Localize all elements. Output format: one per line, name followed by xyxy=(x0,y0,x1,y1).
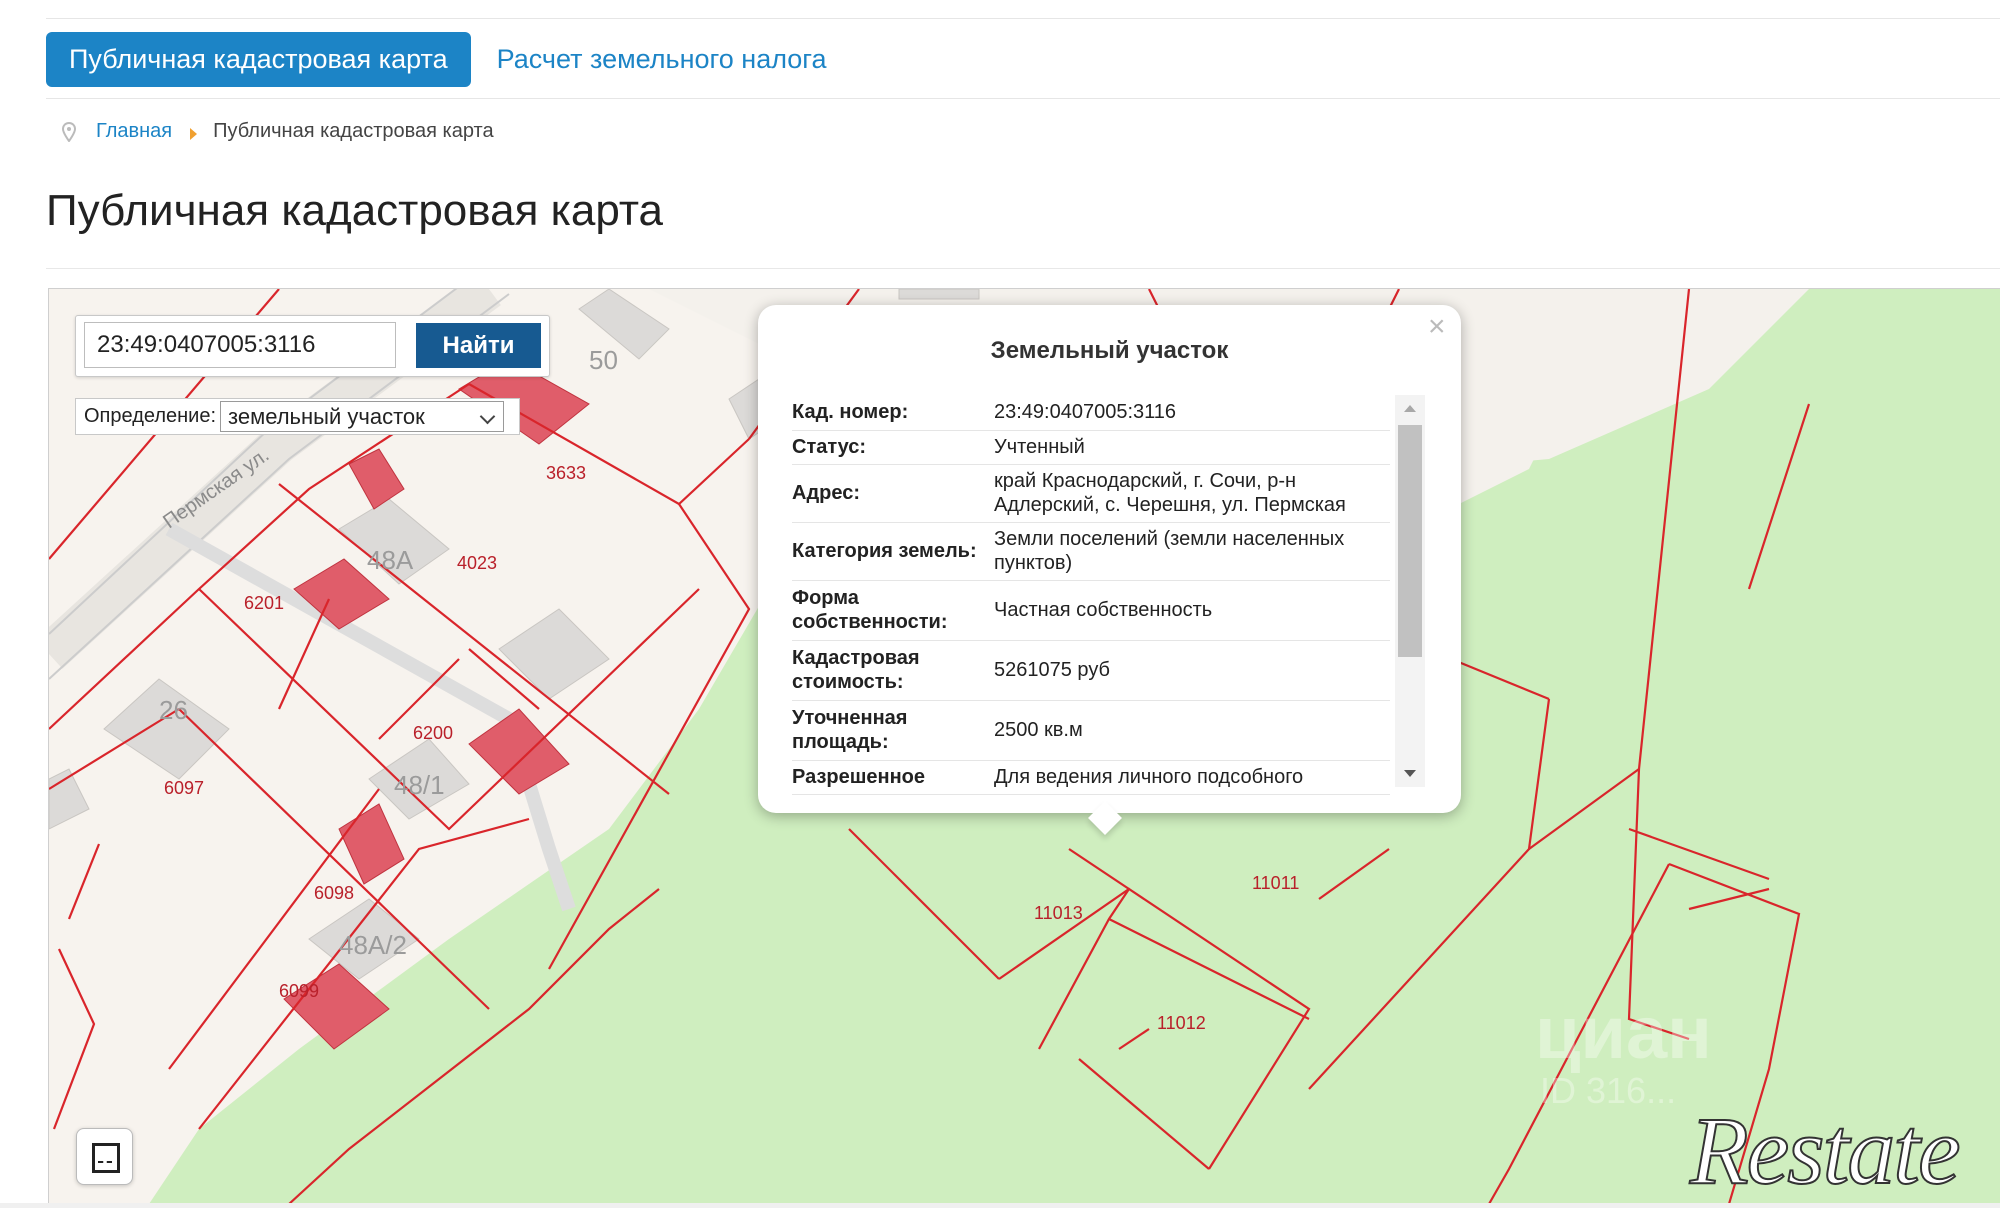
top-divider xyxy=(46,18,2000,19)
definition-filter: Определение: земельный участок xyxy=(75,398,520,435)
building-label-48a: 48А xyxy=(367,545,414,575)
building-label-26: 26 xyxy=(159,695,188,725)
cian-watermark: циан xyxy=(1535,991,1712,1074)
table-row: Статус: Учтенный xyxy=(792,430,1390,465)
table-row: Адрес: край Краснодарский, г. Сочи, р-н … xyxy=(792,464,1390,523)
building-label-48-1: 48/1 xyxy=(394,770,445,800)
row-value: 5261075 руб xyxy=(992,640,1390,701)
cadastral-number-input[interactable] xyxy=(84,322,396,368)
table-row: Разрешенное Для ведения личного подсобно… xyxy=(792,760,1390,795)
building-label-48a-2: 48А/2 xyxy=(339,930,407,960)
table-row: Кад. номер: 23:49:0407005:3116 xyxy=(792,394,1390,431)
row-value: 23:49:0407005:3116 xyxy=(992,394,1390,431)
row-key: Адрес xyxy=(792,482,854,504)
find-button[interactable]: Найти xyxy=(416,323,541,368)
popup-title: Земельный участок xyxy=(990,337,1229,364)
parcel-label-11013: 11013 xyxy=(1034,903,1083,923)
row-key: Кад. номер xyxy=(792,400,902,423)
row-key: Кадастровая стоимость xyxy=(792,647,920,693)
breadcrumb: Главная Публичная кадастровая карта xyxy=(62,120,494,143)
restate-watermark: Restate xyxy=(1689,1096,1962,1205)
breadcrumb-current: Публичная кадастровая карта xyxy=(213,120,494,142)
table-row: Форма собственности: Частная собственнос… xyxy=(792,580,1390,641)
parcel-label-6097: 6097 xyxy=(164,778,204,798)
table-row: Уточненная площадь: 2500 кв.м xyxy=(792,700,1390,761)
parcel-info-table: Кад. номер: 23:49:0407005:3116 Статус: У… xyxy=(792,394,1390,795)
parcel-label-6099: 6099 xyxy=(279,981,319,1001)
parcel-label-6201: 6201 xyxy=(244,593,284,613)
chevron-down-icon xyxy=(479,408,496,425)
row-value: 2500 кв.м xyxy=(992,700,1390,761)
table-row: Кадастровая стоимость: 5261075 руб xyxy=(792,640,1390,701)
parcel-label-3633: 3633 xyxy=(546,463,586,483)
definition-label: Определение: xyxy=(84,405,217,427)
breadcrumb-home-link[interactable]: Главная xyxy=(96,120,172,143)
popup-scrollbar[interactable] xyxy=(1395,395,1425,787)
search-panel: Найти xyxy=(75,315,550,377)
tab-land-tax[interactable]: Расчет земельного налога xyxy=(497,44,827,75)
nav-tabs: Публичная кадастровая карта Расчет земел… xyxy=(46,32,827,87)
row-value: Земли поселений (земли населенных пункто… xyxy=(992,522,1390,581)
location-pin-icon xyxy=(62,121,76,142)
definition-select-value: земельный участок xyxy=(228,403,425,429)
tabs-divider xyxy=(46,98,2000,99)
page-title: Публичная кадастровая карта xyxy=(46,186,663,235)
tab-cadastral-map[interactable]: Публичная кадастровая карта xyxy=(46,32,471,87)
row-value: Частная собственность xyxy=(992,580,1390,641)
cian-id-watermark: ID 316... xyxy=(1540,1070,1677,1111)
bottom-bar xyxy=(0,1203,2000,1208)
row-value: Для ведения личного подсобного xyxy=(992,760,1390,795)
row-value: Учтенный xyxy=(992,430,1390,465)
parcel-label-6200: 6200 xyxy=(413,723,453,743)
parcel-label-11011: 11011 xyxy=(1252,873,1299,893)
breadcrumb-arrow-icon xyxy=(190,127,198,140)
scroll-up-icon[interactable] xyxy=(1404,405,1416,412)
title-divider xyxy=(46,268,2000,269)
definition-select[interactable]: земельный участок xyxy=(220,401,505,432)
scroll-down-icon[interactable] xyxy=(1404,770,1416,777)
parcel-label-4023: 4023 xyxy=(457,553,497,573)
row-key: Статус xyxy=(792,436,860,458)
building-label-50: 50 xyxy=(589,345,618,375)
row-key: Форма собственности xyxy=(792,587,941,633)
scroll-thumb[interactable] xyxy=(1398,425,1422,657)
table-row: Категория земель: Земли поселений (земли… xyxy=(792,522,1390,581)
row-key: Уточненная площадь xyxy=(792,707,908,753)
row-key: Разрешенное xyxy=(792,760,992,795)
parcel-label-11012: 11012 xyxy=(1157,1013,1206,1033)
ruler-button[interactable] xyxy=(76,1128,133,1185)
parcel-label-6098: 6098 xyxy=(314,883,354,903)
row-key: Категория земель xyxy=(792,540,970,562)
ruler-icon xyxy=(92,1143,120,1173)
row-value: край Краснодарский, г. Сочи, р-н Адлерск… xyxy=(992,464,1390,523)
